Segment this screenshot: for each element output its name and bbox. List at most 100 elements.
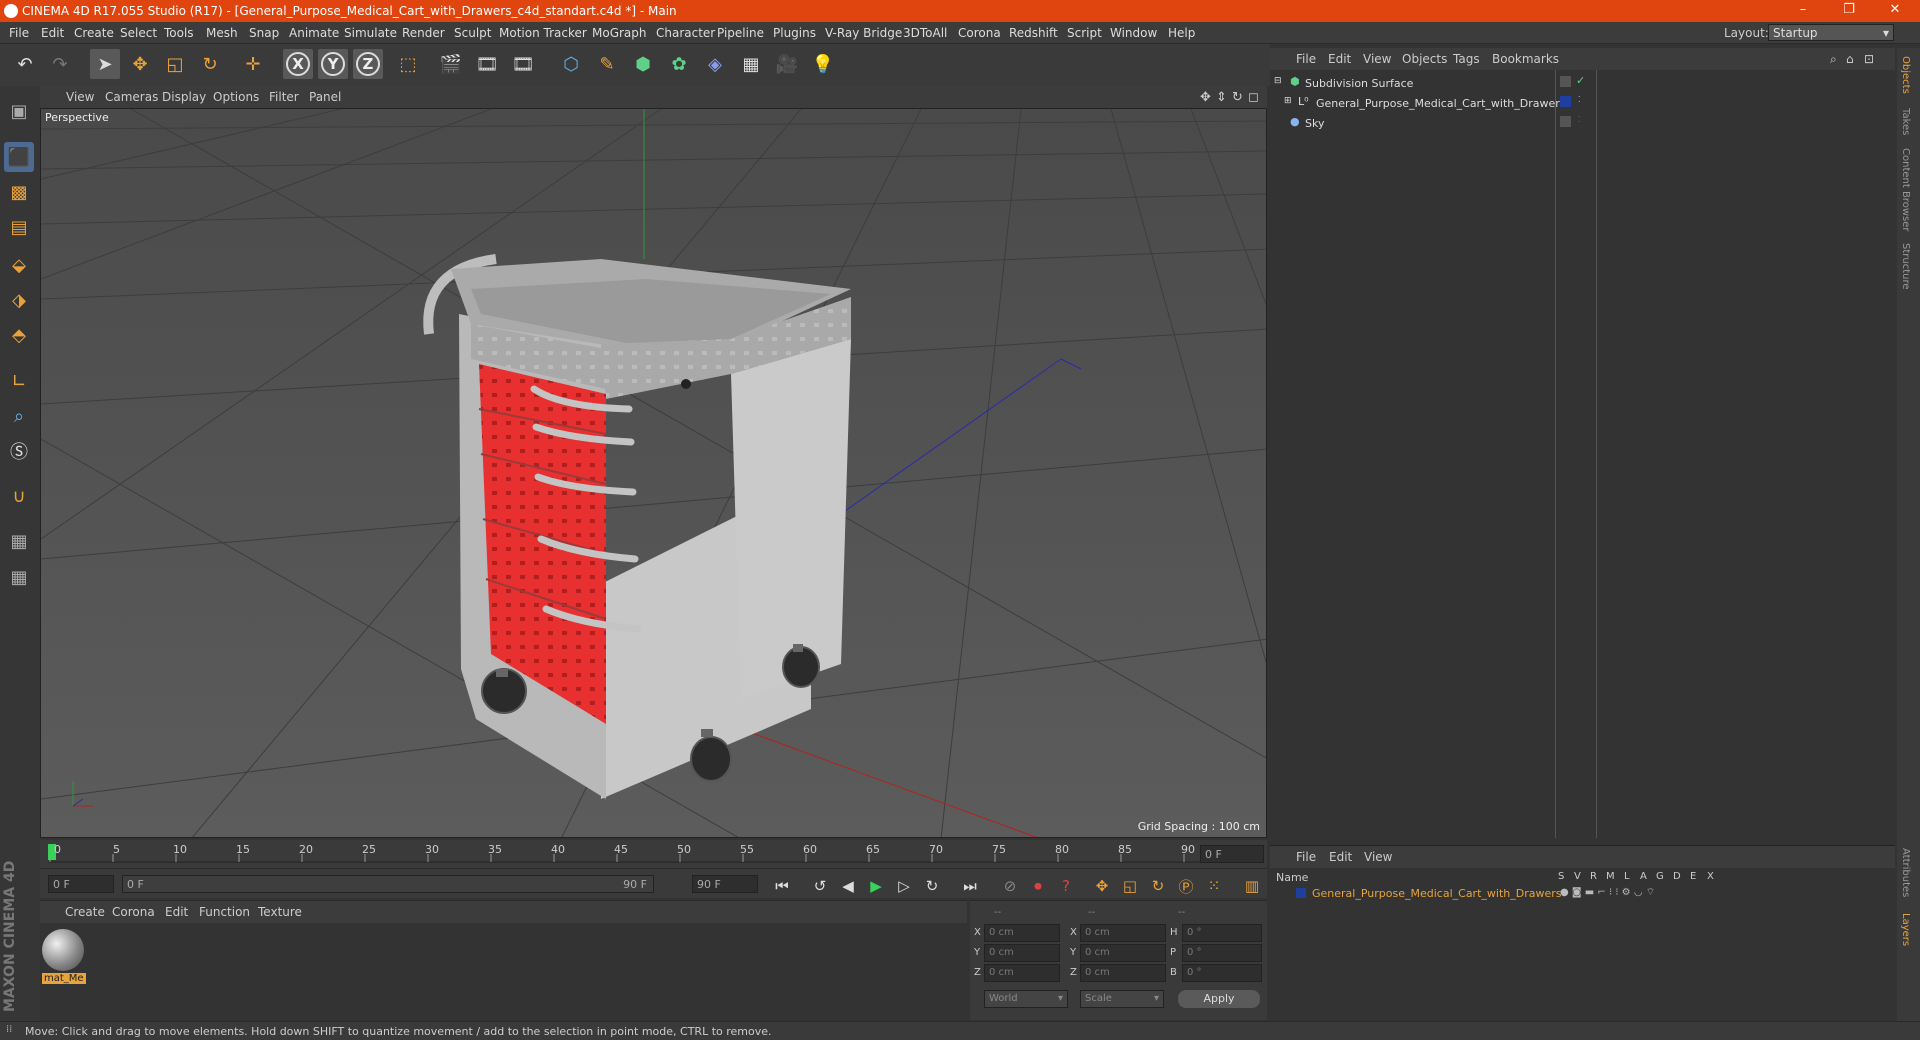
model-mode-button[interactable]: ⬛: [4, 142, 34, 172]
planar-workplane-button[interactable]: ▦: [4, 562, 34, 592]
record-keys-button[interactable]: ⊘: [998, 875, 1022, 897]
layer-menu-view[interactable]: View: [1364, 850, 1392, 864]
collapse-icon[interactable]: ⊟: [1274, 76, 1282, 86]
add-light-button[interactable]: 💡: [808, 49, 838, 79]
close-button[interactable]: ✕: [1880, 2, 1910, 17]
perspective-viewport[interactable]: Perspective Grid Spacing : 100 cm: [40, 108, 1267, 838]
play-button[interactable]: ▶: [864, 875, 888, 897]
menu-mograph[interactable]: MoGraph: [592, 26, 647, 40]
apply-button[interactable]: Apply: [1178, 990, 1260, 1008]
menu-select[interactable]: Select: [120, 26, 157, 40]
layer-menu-file[interactable]: File: [1296, 850, 1316, 864]
solo-mode-button[interactable]: Ⓢ: [4, 436, 34, 466]
make-editable-button[interactable]: ▣: [4, 96, 34, 126]
menu-script[interactable]: Script: [1067, 26, 1102, 40]
size-x-field[interactable]: 0 cm: [1080, 924, 1166, 942]
maximize-button[interactable]: ❐: [1834, 2, 1864, 17]
render-picture-viewer-button[interactable]: 🎞: [472, 49, 502, 79]
key-pla-button[interactable]: ⁙: [1202, 875, 1226, 897]
timeline-ruler[interactable]: 0 5 10 15 20 25 30 35 40 45 50 55 60 65 …: [40, 840, 1267, 868]
texture-mode-button[interactable]: ▩: [4, 177, 34, 207]
material-menu-function[interactable]: Function: [199, 905, 250, 919]
menu-create[interactable]: Create: [74, 26, 114, 40]
z-axis-lock-button[interactable]: Z: [353, 49, 383, 79]
visibility-toggle[interactable]: [1560, 116, 1571, 127]
scale-tool-button[interactable]: ◱: [160, 49, 190, 79]
workplane-lock-button[interactable]: ▦: [4, 526, 34, 556]
rotate-tool-button[interactable]: ↻: [195, 49, 225, 79]
current-frame-field[interactable]: 0 F: [1200, 845, 1264, 863]
tab-structure[interactable]: Structure: [1900, 243, 1911, 290]
tab-attributes[interactable]: Attributes: [1900, 848, 1911, 897]
material-menu-create[interactable]: Create: [65, 905, 105, 919]
previous-keyframe-button[interactable]: ↺: [808, 875, 832, 897]
add-cube-button[interactable]: ⬡: [556, 49, 586, 79]
recent-tool-button[interactable]: ✛: [238, 49, 268, 79]
object-menu-bookmarks[interactable]: Bookmarks: [1492, 52, 1559, 66]
end-frame-field[interactable]: 90 F: [692, 875, 758, 893]
rotation-p-field[interactable]: 0 °: [1182, 944, 1262, 962]
menu-animate[interactable]: Animate: [289, 26, 339, 40]
position-z-field[interactable]: 0 cm: [984, 964, 1060, 982]
visibility-dots-icon[interactable]: ⁚: [1578, 95, 1581, 104]
layer-color-swatch[interactable]: [1560, 96, 1571, 107]
keyframe-selection-button[interactable]: ?: [1054, 875, 1078, 897]
menu-sculpt[interactable]: Sculpt: [454, 26, 491, 40]
add-subdivision-button[interactable]: ⬢: [628, 49, 658, 79]
add-deformer-button[interactable]: ◈: [700, 49, 730, 79]
object-menu-file[interactable]: File: [1296, 52, 1316, 66]
add-camera-button[interactable]: 🎥: [772, 49, 802, 79]
visibility-dots-icon[interactable]: ⁚: [1578, 115, 1581, 124]
object-row-medical-cart[interactable]: ⊞ L⁰ General_Purpose_Medical_Cart_with_D…: [1270, 94, 1895, 113]
material-menu-corona[interactable]: Corona: [112, 905, 155, 919]
x-axis-lock-button[interactable]: X: [283, 49, 313, 79]
menu-render[interactable]: Render: [402, 26, 445, 40]
size-mode-select[interactable]: Scale ▾: [1080, 990, 1164, 1008]
tab-objects[interactable]: Objects: [1900, 56, 1911, 94]
add-array-button[interactable]: ✿: [664, 49, 694, 79]
object-menu-tags[interactable]: Tags: [1453, 52, 1480, 66]
rotation-b-field[interactable]: 0 °: [1182, 964, 1262, 982]
coordinate-system-button[interactable]: ⬚: [393, 49, 423, 79]
menu-simulate[interactable]: Simulate: [344, 26, 397, 40]
object-row-sky[interactable]: ● Sky ⁚: [1270, 114, 1895, 133]
viewport-menu-filter[interactable]: Filter: [269, 90, 299, 104]
material-swatch[interactable]: mat_Me: [42, 929, 86, 985]
menu-file[interactable]: File: [9, 26, 29, 40]
minimize-button[interactable]: –: [1788, 2, 1818, 17]
material-menu-edit[interactable]: Edit: [165, 905, 188, 919]
points-mode-button[interactable]: ⬙: [4, 250, 34, 280]
viewport-menu-cameras[interactable]: Cameras: [105, 90, 158, 104]
move-tool-button[interactable]: ✥: [125, 49, 155, 79]
menu-edit[interactable]: Edit: [41, 26, 64, 40]
tab-content-browser[interactable]: Content Browser: [1900, 148, 1911, 231]
position-y-field[interactable]: 0 cm: [984, 944, 1060, 962]
viewport-menu-panel[interactable]: Panel: [309, 90, 341, 104]
y-axis-lock-button[interactable]: Y: [318, 49, 348, 79]
menu-snap[interactable]: Snap: [249, 26, 279, 40]
menu-character[interactable]: Character: [656, 26, 715, 40]
live-selection-button[interactable]: ➤: [90, 49, 120, 79]
menu-pipeline[interactable]: Pipeline: [717, 26, 764, 40]
key-scale-button[interactable]: ◱: [1118, 875, 1142, 897]
position-x-field[interactable]: 0 cm: [984, 924, 1060, 942]
layout-select[interactable]: Startup ▾: [1768, 24, 1894, 41]
material-menu-texture[interactable]: Texture: [258, 905, 302, 919]
axis-mode-button[interactable]: ∟: [4, 366, 34, 396]
expand-icon[interactable]: ⊡: [1864, 52, 1874, 66]
viewport-nav-zoom-icon[interactable]: ⇕: [1216, 90, 1227, 105]
size-z-field[interactable]: 0 cm: [1080, 964, 1166, 982]
timeline-window-button[interactable]: ▥: [1240, 875, 1264, 897]
key-parameter-button[interactable]: Ⓟ: [1174, 875, 1198, 897]
add-floor-button[interactable]: ▦: [736, 49, 766, 79]
start-frame-field[interactable]: 0 F: [48, 875, 114, 893]
menu-tools[interactable]: Tools: [164, 26, 194, 40]
tab-takes[interactable]: Takes: [1900, 108, 1911, 135]
undo-button[interactable]: ↶: [10, 49, 40, 79]
layer-menu-edit[interactable]: Edit: [1329, 850, 1352, 864]
polygons-mode-button[interactable]: ⬘: [4, 320, 34, 350]
render-view-button[interactable]: 🎬: [436, 49, 466, 79]
menu-mesh[interactable]: Mesh: [206, 26, 238, 40]
add-spline-button[interactable]: ✎: [592, 49, 622, 79]
viewport-nav-move-icon[interactable]: ✥: [1200, 90, 1211, 105]
